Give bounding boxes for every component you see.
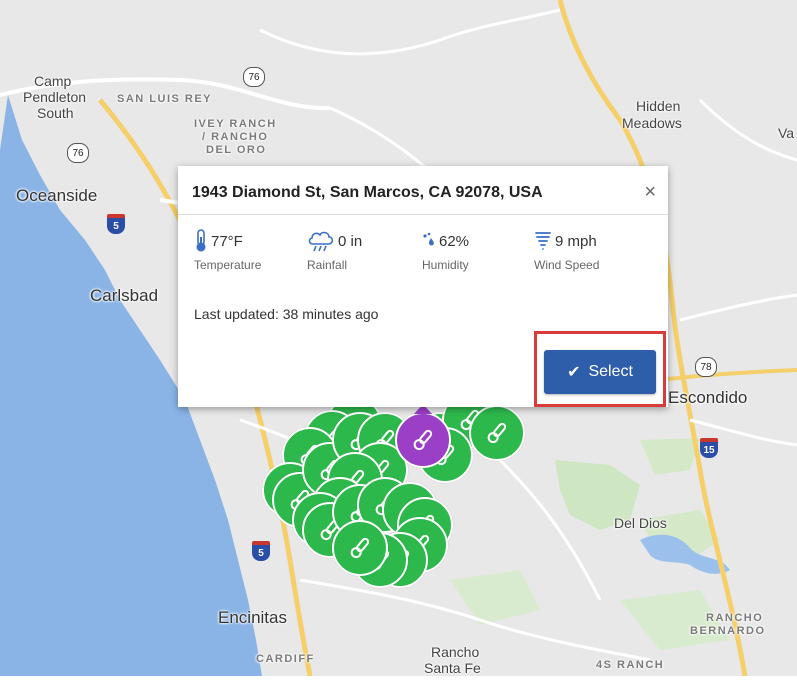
label-san-luis-rey: SAN LUIS REY — [117, 93, 213, 105]
temperature-label: Temperature — [194, 258, 262, 272]
label-camp-pendleton: Camp — [34, 73, 72, 89]
label-rancho-bernardo-2: BERNARDO — [690, 625, 766, 637]
temperature-value: 77°F — [211, 232, 243, 250]
label-hidden-meadows: Hidden — [636, 98, 681, 114]
route-76-shield-west: 76 — [67, 143, 89, 163]
station-marker[interactable] — [332, 520, 388, 576]
rainfall-value: 0 in — [338, 232, 363, 250]
label-encinitas: Encinitas — [218, 608, 287, 627]
label-cardiff: CARDIFF — [256, 653, 315, 665]
thermometer-icon — [196, 229, 206, 252]
metric-wind-speed: 9 mph Wind Speed — [534, 228, 654, 272]
label-rancho-bernardo: RANCHO — [706, 612, 764, 624]
label-rancho-santa-fe-2: Santa Fe — [424, 660, 481, 676]
rain-cloud-icon — [308, 231, 334, 252]
label-oceanside: Oceanside — [16, 186, 98, 205]
popup-divider — [178, 214, 668, 215]
route-78-shield: 78 — [695, 357, 717, 377]
label-va: Va — [778, 125, 795, 141]
wind-speed-label: Wind Speed — [534, 258, 600, 272]
label-camp-pendleton-3: South — [37, 105, 74, 121]
station-marker[interactable] — [469, 405, 525, 461]
label-rancho-santa-fe: Rancho — [431, 644, 480, 660]
route-76-shield: 76 — [243, 67, 265, 87]
last-updated-text: Last updated: 38 minutes ago — [194, 306, 379, 322]
humidity-label: Humidity — [422, 258, 469, 272]
popup-address-title: 1943 Diamond St, San Marcos, CA 92078, U… — [192, 184, 543, 201]
humidity-drops-icon — [423, 232, 434, 246]
station-info-popup: 1943 Diamond St, San Marcos, CA 92078, U… — [178, 166, 668, 407]
close-icon[interactable]: × — [644, 182, 656, 202]
interstate-5-shield: 5 — [107, 214, 125, 234]
metric-temperature: 77°F Temperature — [194, 228, 314, 272]
check-icon: ✔ — [567, 364, 581, 381]
label-rancho-del-oro: / RANCHO — [202, 131, 269, 143]
label-hidden-meadows-2: Meadows — [622, 115, 682, 131]
label-camp-pendleton-2: Pendleton — [23, 89, 87, 105]
label-4s-ranch: 4S RANCH — [596, 659, 665, 671]
label-del-oro: DEL ORO — [206, 144, 267, 156]
interstate-5-shield-south: 5 — [252, 541, 270, 561]
thermometer-icon — [413, 429, 433, 451]
interstate-15-shield: 15 — [700, 438, 718, 458]
map-canvas[interactable]: Camp Pendleton South SAN LUIS REY IVEY R… — [0, 0, 797, 677]
rainfall-label: Rainfall — [307, 258, 348, 272]
select-button[interactable]: ✔ Select — [544, 350, 656, 394]
label-ivey-ranch: IVEY RANCH — [194, 118, 277, 130]
wind-speed-value: 9 mph — [555, 232, 597, 250]
select-button-label: Select — [588, 363, 633, 380]
metric-rainfall: 0 in Rainfall — [307, 228, 427, 272]
selected-station-marker[interactable] — [395, 412, 451, 468]
thermometer-icon — [487, 422, 507, 444]
label-escondido: Escondido — [668, 388, 748, 407]
wind-icon — [535, 232, 551, 250]
label-del-dios: Del Dios — [614, 515, 667, 531]
metric-humidity: 62% Humidity — [422, 228, 542, 273]
thermometer-icon — [350, 537, 370, 559]
label-carlsbad: Carlsbad — [90, 286, 159, 305]
humidity-value: 62% — [439, 232, 470, 250]
